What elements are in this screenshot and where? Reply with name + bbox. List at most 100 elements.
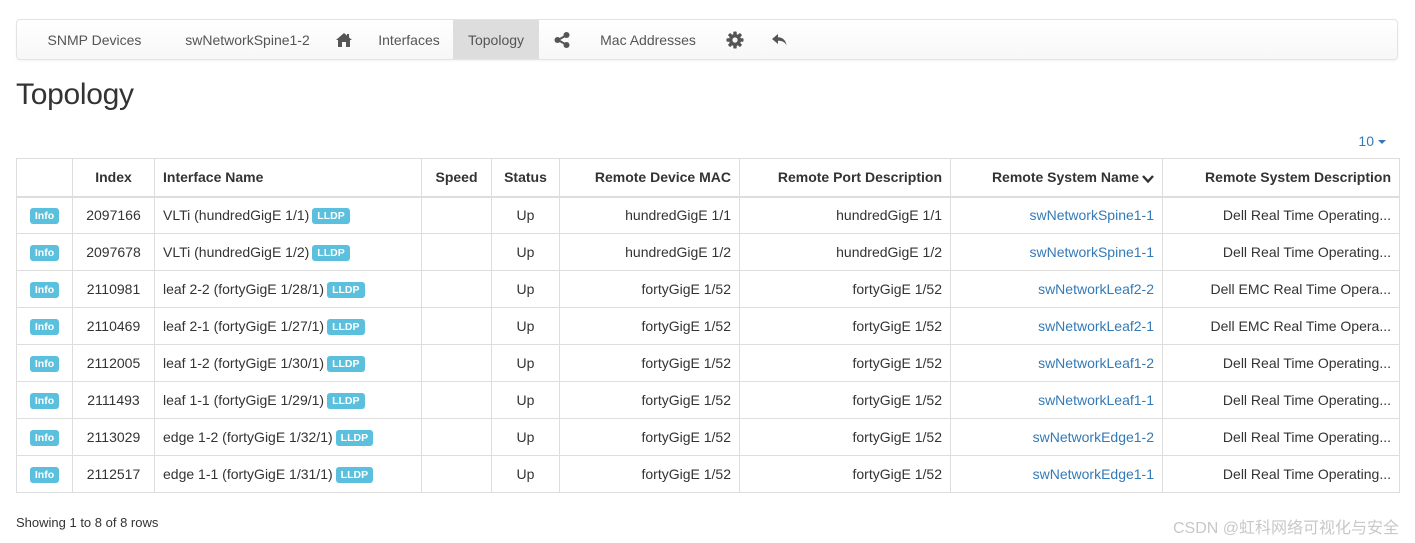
lldp-badge: LLDP (335, 429, 374, 446)
reply-icon[interactable] (759, 20, 801, 59)
index-cell: 2110981 (72, 270, 155, 308)
info-button[interactable]: Info (29, 466, 60, 483)
interface-name: leaf 2-2 (fortyGigE 1/28/1) (163, 280, 325, 297)
col-header-speed[interactable]: Speed (421, 158, 492, 198)
remote-device-mac-cell: fortyGigE 1/52 (559, 418, 740, 456)
remote-port-description-cell: hundredGigE 1/1 (739, 196, 951, 234)
interface-name: VLTi (hundredGigE 1/2) (163, 243, 310, 260)
nav-snmp-devices[interactable]: SNMP Devices (17, 20, 172, 59)
interface-name-cell: leaf 1-2 (fortyGigE 1/30/1) LLDP (154, 344, 422, 382)
interface-name-cell: edge 1-2 (fortyGigE 1/32/1) LLDP (154, 418, 422, 456)
info-button[interactable]: Info (29, 392, 60, 409)
speed-cell (421, 196, 492, 234)
speed-cell (421, 233, 492, 271)
interface-name-cell: leaf 1-1 (fortyGigE 1/29/1) LLDP (154, 381, 422, 419)
pagination-info: Showing 1 to 8 of 8 rows (16, 515, 159, 530)
remote-port-description-cell: fortyGigE 1/52 (739, 381, 951, 419)
lldp-badge: LLDP (327, 355, 365, 372)
info-button[interactable]: Info (29, 355, 60, 372)
lldp-badge: LLDP (335, 466, 374, 483)
status-cell: Up (491, 381, 560, 419)
remote-system-name-link[interactable]: swNetworkSpine1-1 (1030, 244, 1155, 260)
remote-system-description-cell: Dell Real Time Operating... (1162, 196, 1400, 234)
remote-system-name-cell: swNetworkLeaf1-1 (950, 381, 1163, 419)
info-button[interactable]: Info (29, 429, 60, 446)
remote-system-description-cell: Dell Real Time Operating... (1162, 381, 1400, 419)
remote-port-description-cell: fortyGigE 1/52 (739, 418, 951, 456)
info-button[interactable]: Info (29, 244, 60, 261)
col-header-remote-device-mac[interactable]: Remote Device MAC (559, 158, 740, 198)
remote-device-mac-cell: fortyGigE 1/52 (559, 344, 740, 382)
col-header-remote-system-description[interactable]: Remote System Description (1162, 158, 1400, 198)
gear-icon[interactable] (711, 20, 759, 59)
info-cell: Info (16, 307, 73, 345)
page-size-dropdown[interactable]: 10 (1358, 133, 1386, 149)
index-cell: 2113029 (72, 418, 155, 456)
remote-system-name-link[interactable]: swNetworkLeaf2-2 (1038, 281, 1154, 297)
sort-chevron-down-icon (1142, 174, 1154, 183)
info-cell: Info (16, 270, 73, 308)
table-row: Info 2110469 leaf 2-1 (fortyGigE 1/27/1) LL… (16, 307, 1400, 345)
col-header-remote-system-name[interactable]: Remote System Name (950, 158, 1163, 198)
remote-system-name-cell: swNetworkLeaf2-1 (950, 307, 1163, 345)
info-cell: Info (16, 196, 73, 234)
table-row: Info 2112517 edge 1-1 (fortyGigE 1/31/1) LL… (16, 455, 1400, 493)
status-cell: Up (491, 344, 560, 382)
speed-cell (421, 344, 492, 382)
remote-system-name-cell: swNetworkLeaf2-2 (950, 270, 1163, 308)
page-size-value: 10 (1358, 133, 1374, 149)
table-header-row: Index Interface Name Speed Status Remote… (16, 158, 1400, 198)
interface-name: edge 1-2 (fortyGigE 1/32/1) (163, 428, 333, 445)
index-cell: 2110469 (72, 307, 155, 345)
nav-device-name[interactable]: swNetworkSpine1-2 (172, 20, 323, 59)
remote-system-name-cell: swNetworkEdge1-2 (950, 418, 1163, 456)
interface-name-cell: VLTi (hundredGigE 1/2) LLDP (154, 233, 422, 271)
remote-system-name-link[interactable]: swNetworkEdge1-1 (1033, 466, 1154, 482)
interface-name: edge 1-1 (fortyGigE 1/31/1) (163, 465, 333, 482)
col-header-status[interactable]: Status (491, 158, 560, 198)
remote-system-name-link[interactable]: swNetworkEdge1-2 (1033, 429, 1154, 445)
remote-device-mac-cell: hundredGigE 1/1 (559, 196, 740, 234)
remote-system-name-cell: swNetworkSpine1-1 (950, 233, 1163, 271)
info-cell: Info (16, 418, 73, 456)
remote-system-description-cell: Dell Real Time Operating... (1162, 455, 1400, 493)
info-cell: Info (16, 381, 73, 419)
interface-name-cell: leaf 2-2 (fortyGigE 1/28/1) LLDP (154, 270, 422, 308)
status-cell: Up (491, 418, 560, 456)
info-button[interactable]: Info (29, 281, 60, 298)
remote-port-description-cell: fortyGigE 1/52 (739, 455, 951, 493)
remote-system-name-link[interactable]: swNetworkSpine1-1 (1030, 207, 1155, 223)
remote-port-description-cell: fortyGigE 1/52 (739, 344, 951, 382)
share-icon[interactable] (539, 20, 585, 59)
col-header-interface-name[interactable]: Interface Name (154, 158, 422, 198)
remote-system-name-link[interactable]: swNetworkLeaf1-1 (1038, 392, 1154, 408)
lldp-badge: LLDP (312, 244, 350, 261)
interface-name-cell: leaf 2-1 (fortyGigE 1/27/1) LLDP (154, 307, 422, 345)
lldp-badge: LLDP (312, 207, 350, 224)
remote-system-name-cell: swNetworkLeaf1-2 (950, 344, 1163, 382)
nav-interfaces[interactable]: Interfaces (365, 20, 453, 59)
speed-cell (421, 270, 492, 308)
speed-cell (421, 381, 492, 419)
info-cell: Info (16, 233, 73, 271)
remote-device-mac-cell: fortyGigE 1/52 (559, 381, 740, 419)
page-title: Topology (16, 78, 134, 111)
table-row: Info 2110981 leaf 2-2 (fortyGigE 1/28/1) LL… (16, 270, 1400, 308)
remote-system-name-link[interactable]: swNetworkLeaf1-2 (1038, 355, 1154, 371)
index-cell: 2097678 (72, 233, 155, 271)
nav-mac-addresses[interactable]: Mac Addresses (585, 20, 711, 59)
remote-device-mac-cell: fortyGigE 1/52 (559, 455, 740, 493)
nav-topology[interactable]: Topology (453, 20, 539, 59)
status-cell: Up (491, 233, 560, 271)
index-cell: 2112517 (72, 455, 155, 493)
home-icon[interactable] (323, 20, 365, 59)
col-header-remote-port-description[interactable]: Remote Port Description (739, 158, 951, 198)
col-header-remote-system-name-label: Remote System Name (991, 169, 1139, 186)
speed-cell (421, 418, 492, 456)
remote-system-name-link[interactable]: swNetworkLeaf2-1 (1038, 318, 1154, 334)
table-row: Info 2111493 leaf 1-1 (fortyGigE 1/29/1) LL… (16, 381, 1400, 419)
info-button[interactable]: Info (29, 318, 60, 335)
col-header-index[interactable]: Index (72, 158, 155, 198)
info-button[interactable]: Info (29, 207, 60, 224)
speed-cell (421, 307, 492, 345)
